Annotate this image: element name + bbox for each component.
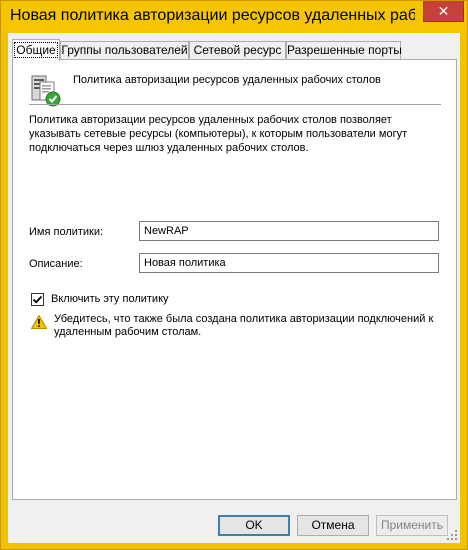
close-button[interactable]: ✕ xyxy=(423,1,464,22)
policy-name-field[interactable] xyxy=(139,221,439,241)
description-field[interactable] xyxy=(139,253,439,273)
tab-network-resource[interactable]: Сетевой ресурс xyxy=(189,41,286,60)
cancel-button[interactable]: Отмена xyxy=(297,515,369,536)
policy-description-text: Политика авторизации ресурсов удаленных … xyxy=(29,114,408,154)
enable-policy-checkbox[interactable] xyxy=(31,293,44,306)
policy-heading: Политика авторизации ресурсов удаленных … xyxy=(73,74,381,86)
tab-panel-general: Политика авторизации ресурсов удаленных … xyxy=(12,59,457,500)
resize-grip-icon[interactable] xyxy=(447,530,457,540)
tab-general-label: Общие xyxy=(14,42,58,58)
tab-allowed-ports[interactable]: Разрешенные порты xyxy=(286,41,402,60)
policy-name-label: Имя политики: xyxy=(29,226,104,238)
tab-user-groups[interactable]: Группы пользователей xyxy=(60,41,189,60)
window-title: Новая политика авторизации ресурсов удал… xyxy=(10,7,415,24)
ok-button[interactable]: OK xyxy=(218,515,290,536)
checkmark-icon xyxy=(32,295,43,304)
title-bar[interactable]: Новая политика авторизации ресурсов удал… xyxy=(1,1,467,33)
dialog-client-area: Общие Группы пользователей Сетевой ресур… xyxy=(8,33,460,543)
enable-policy-label[interactable]: Включить эту политику xyxy=(51,293,169,305)
warning-message: Убедитесь, что также была создана полити… xyxy=(54,313,434,338)
description-label: Описание: xyxy=(29,258,83,270)
dialog-window: Новая политика авторизации ресурсов удал… xyxy=(0,0,468,550)
tab-general[interactable]: Общие xyxy=(12,39,60,61)
warning-triangle-icon xyxy=(30,314,48,329)
apply-button[interactable]: Применить xyxy=(376,515,448,536)
heading-divider xyxy=(29,104,441,105)
